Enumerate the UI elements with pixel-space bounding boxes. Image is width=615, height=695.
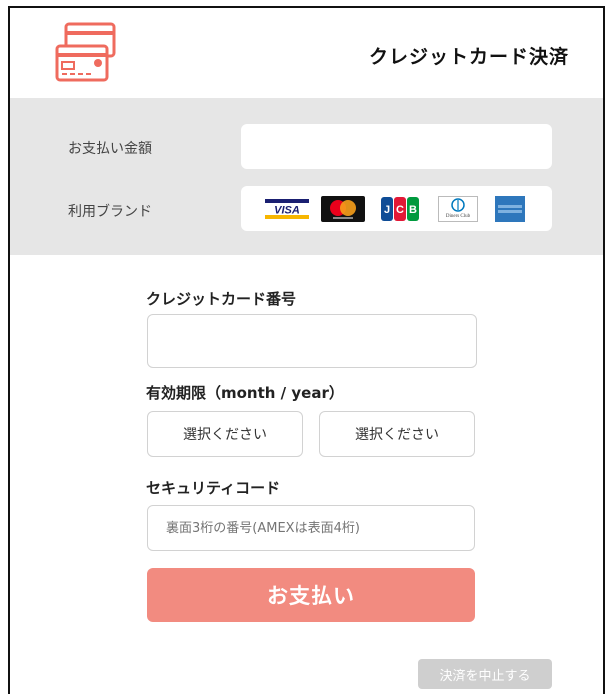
- payment-window: クレジットカード決済 お支払い金額 利用ブランド VISA J C B Dine…: [8, 6, 605, 694]
- mastercard-logo-icon: [321, 196, 365, 222]
- svg-text:C: C: [396, 204, 404, 216]
- pay-button[interactable]: お支払い: [147, 568, 475, 622]
- expiry-year-select[interactable]: 選択ください: [319, 411, 475, 457]
- diners-club-logo-text: Diners Club: [446, 214, 471, 219]
- svg-text:J: J: [384, 204, 390, 216]
- page-title: クレジットカード決済: [368, 46, 569, 68]
- svg-text:B: B: [409, 204, 417, 216]
- expiry-label: 有効期限（month / year）: [146, 384, 344, 402]
- expiry-month-select[interactable]: 選択ください: [147, 411, 303, 457]
- card-number-input[interactable]: [147, 314, 477, 368]
- expiry-month-value: 選択ください: [183, 427, 267, 443]
- card-number-label: クレジットカード番号: [146, 290, 297, 308]
- jcb-logo-icon: J C B: [381, 197, 419, 221]
- security-code-input[interactable]: [147, 505, 475, 551]
- payment-summary: お支払い金額 利用ブランド VISA J C B Diners Club: [10, 98, 603, 255]
- amount-display: [241, 124, 552, 169]
- amount-label: お支払い金額: [68, 141, 152, 157]
- diners-club-logo-icon: Diners Club: [438, 196, 478, 222]
- header: クレジットカード決済: [10, 8, 603, 98]
- visa-logo-text: VISA: [274, 205, 300, 217]
- expiry-year-value: 選択ください: [355, 427, 439, 443]
- visa-logo-icon: VISA: [265, 199, 309, 219]
- amex-logo-icon: [495, 196, 525, 222]
- security-code-label: セキュリティコード: [146, 479, 281, 497]
- brand-label: 利用ブランド: [68, 204, 152, 220]
- credit-card-icon: [55, 22, 116, 82]
- cancel-payment-button[interactable]: 決済を中止する: [418, 659, 552, 689]
- brand-logos: VISA J C B Diners Club: [241, 186, 552, 231]
